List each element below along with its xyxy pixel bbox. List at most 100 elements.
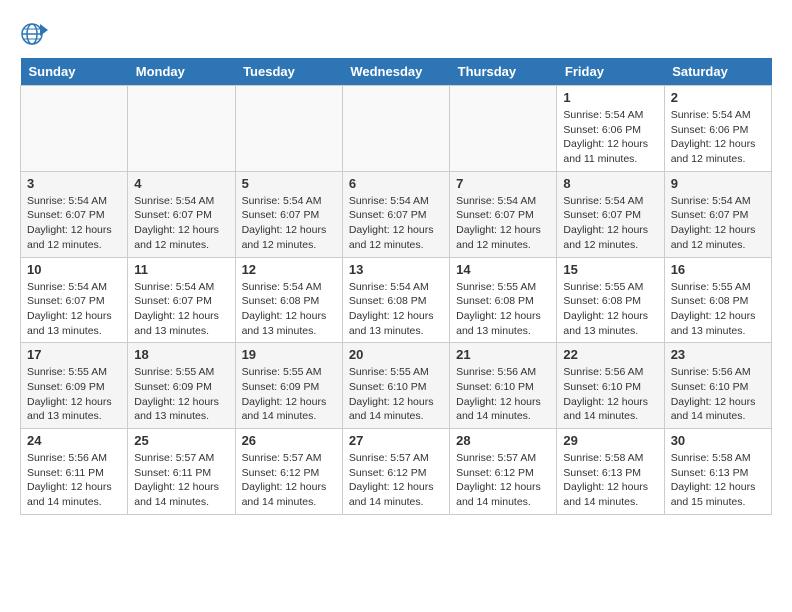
day-number: 27: [349, 433, 443, 448]
day-cell: 4 Sunrise: 5:54 AM Sunset: 6:07 PM Daylig…: [128, 171, 235, 257]
column-header-sunday: Sunday: [21, 58, 128, 86]
day-cell: 12 Sunrise: 5:54 AM Sunset: 6:08 PM Dayli…: [235, 257, 342, 343]
day-info: Sunrise: 5:54 AM Sunset: 6:06 PM Dayligh…: [671, 108, 765, 167]
day-number: 30: [671, 433, 765, 448]
day-info: Sunrise: 5:54 AM Sunset: 6:07 PM Dayligh…: [134, 194, 228, 253]
day-cell: 10 Sunrise: 5:54 AM Sunset: 6:07 PM Dayli…: [21, 257, 128, 343]
day-info: Sunrise: 5:56 AM Sunset: 6:10 PM Dayligh…: [563, 365, 657, 424]
week-row-3: 10 Sunrise: 5:54 AM Sunset: 6:07 PM Dayli…: [21, 257, 772, 343]
day-cell: 8 Sunrise: 5:54 AM Sunset: 6:07 PM Daylig…: [557, 171, 664, 257]
page-header: [20, 20, 772, 48]
day-cell: 14 Sunrise: 5:55 AM Sunset: 6:08 PM Dayli…: [450, 257, 557, 343]
day-number: 24: [27, 433, 121, 448]
day-info: Sunrise: 5:54 AM Sunset: 6:07 PM Dayligh…: [563, 194, 657, 253]
day-number: 8: [563, 176, 657, 191]
day-number: 14: [456, 262, 550, 277]
day-info: Sunrise: 5:54 AM Sunset: 6:07 PM Dayligh…: [27, 194, 121, 253]
day-number: 22: [563, 347, 657, 362]
day-cell: [342, 86, 449, 172]
header-row: SundayMondayTuesdayWednesdayThursdayFrid…: [21, 58, 772, 86]
day-cell: 26Sunrise: 5:57 AM Sunset: 6:12 PM Dayli…: [235, 429, 342, 515]
day-number: 4: [134, 176, 228, 191]
day-info: Sunrise: 5:55 AM Sunset: 6:10 PM Dayligh…: [349, 365, 443, 424]
column-header-tuesday: Tuesday: [235, 58, 342, 86]
day-cell: 20 Sunrise: 5:55 AM Sunset: 6:10 PM Dayli…: [342, 343, 449, 429]
day-cell: 9 Sunrise: 5:54 AM Sunset: 6:07 PM Daylig…: [664, 171, 771, 257]
day-info: Sunrise: 5:56 AM Sunset: 6:10 PM Dayligh…: [671, 365, 765, 424]
day-cell: 15 Sunrise: 5:55 AM Sunset: 6:08 PM Dayli…: [557, 257, 664, 343]
day-number: 10: [27, 262, 121, 277]
day-info: Sunrise: 5:55 AM Sunset: 6:09 PM Dayligh…: [134, 365, 228, 424]
day-number: 1: [563, 90, 657, 105]
day-cell: 28 Sunrise: 5:57 AM Sunset: 6:12 PM Dayli…: [450, 429, 557, 515]
day-info: Sunrise: 5:54 AM Sunset: 6:07 PM Dayligh…: [242, 194, 336, 253]
day-info: Sunrise: 5:58 AM Sunset: 6:13 PM Dayligh…: [563, 451, 657, 510]
day-cell: 13 Sunrise: 5:54 AM Sunset: 6:08 PM Dayli…: [342, 257, 449, 343]
week-row-2: 3 Sunrise: 5:54 AM Sunset: 6:07 PM Daylig…: [21, 171, 772, 257]
day-info: Sunrise: 5:56 AM Sunset: 6:11 PM Dayligh…: [27, 451, 121, 510]
day-cell: [235, 86, 342, 172]
day-info: Sunrise: 5:55 AM Sunset: 6:08 PM Dayligh…: [456, 280, 550, 339]
day-info: Sunrise: 5:55 AM Sunset: 6:09 PM Dayligh…: [242, 365, 336, 424]
day-info: Sunrise: 5:54 AM Sunset: 6:07 PM Dayligh…: [349, 194, 443, 253]
day-cell: 24 Sunrise: 5:56 AM Sunset: 6:11 PM Dayli…: [21, 429, 128, 515]
day-cell: 17 Sunrise: 5:55 AM Sunset: 6:09 PM Dayli…: [21, 343, 128, 429]
day-number: 26: [242, 433, 336, 448]
column-header-saturday: Saturday: [664, 58, 771, 86]
day-number: 11: [134, 262, 228, 277]
day-number: 19: [242, 347, 336, 362]
day-info: Sunrise: 5:54 AM Sunset: 6:08 PM Dayligh…: [349, 280, 443, 339]
day-info: Sunrise: 5:54 AM Sunset: 6:07 PM Dayligh…: [27, 280, 121, 339]
logo: [20, 20, 52, 48]
day-cell: 6 Sunrise: 5:54 AM Sunset: 6:07 PM Daylig…: [342, 171, 449, 257]
week-row-1: 1 Sunrise: 5:54 AM Sunset: 6:06 PM Daylig…: [21, 86, 772, 172]
week-row-4: 17 Sunrise: 5:55 AM Sunset: 6:09 PM Dayli…: [21, 343, 772, 429]
day-cell: 23Sunrise: 5:56 AM Sunset: 6:10 PM Dayli…: [664, 343, 771, 429]
day-info: Sunrise: 5:54 AM Sunset: 6:08 PM Dayligh…: [242, 280, 336, 339]
day-number: 6: [349, 176, 443, 191]
day-cell: [450, 86, 557, 172]
day-number: 9: [671, 176, 765, 191]
day-number: 28: [456, 433, 550, 448]
day-info: Sunrise: 5:55 AM Sunset: 6:08 PM Dayligh…: [563, 280, 657, 339]
day-cell: 3 Sunrise: 5:54 AM Sunset: 6:07 PM Daylig…: [21, 171, 128, 257]
day-cell: 16 Sunrise: 5:55 AM Sunset: 6:08 PM Dayli…: [664, 257, 771, 343]
logo-icon: [20, 20, 48, 48]
day-number: 21: [456, 347, 550, 362]
day-number: 15: [563, 262, 657, 277]
day-number: 20: [349, 347, 443, 362]
day-cell: [21, 86, 128, 172]
day-cell: 29Sunrise: 5:58 AM Sunset: 6:13 PM Dayli…: [557, 429, 664, 515]
day-cell: 27Sunrise: 5:57 AM Sunset: 6:12 PM Dayli…: [342, 429, 449, 515]
day-info: Sunrise: 5:57 AM Sunset: 6:11 PM Dayligh…: [134, 451, 228, 510]
day-info: Sunrise: 5:54 AM Sunset: 6:07 PM Dayligh…: [671, 194, 765, 253]
day-info: Sunrise: 5:58 AM Sunset: 6:13 PM Dayligh…: [671, 451, 765, 510]
day-number: 13: [349, 262, 443, 277]
day-info: Sunrise: 5:54 AM Sunset: 6:07 PM Dayligh…: [456, 194, 550, 253]
column-header-thursday: Thursday: [450, 58, 557, 86]
day-number: 16: [671, 262, 765, 277]
day-cell: 5 Sunrise: 5:54 AM Sunset: 6:07 PM Daylig…: [235, 171, 342, 257]
day-cell: 2 Sunrise: 5:54 AM Sunset: 6:06 PM Daylig…: [664, 86, 771, 172]
day-number: 18: [134, 347, 228, 362]
day-number: 5: [242, 176, 336, 191]
day-cell: 25Sunrise: 5:57 AM Sunset: 6:11 PM Dayli…: [128, 429, 235, 515]
day-number: 2: [671, 90, 765, 105]
column-header-wednesday: Wednesday: [342, 58, 449, 86]
day-cell: 30 Sunrise: 5:58 AM Sunset: 6:13 PM Dayli…: [664, 429, 771, 515]
day-info: Sunrise: 5:55 AM Sunset: 6:08 PM Dayligh…: [671, 280, 765, 339]
day-cell: 19 Sunrise: 5:55 AM Sunset: 6:09 PM Dayli…: [235, 343, 342, 429]
day-number: 7: [456, 176, 550, 191]
day-info: Sunrise: 5:56 AM Sunset: 6:10 PM Dayligh…: [456, 365, 550, 424]
day-info: Sunrise: 5:55 AM Sunset: 6:09 PM Dayligh…: [27, 365, 121, 424]
day-number: 17: [27, 347, 121, 362]
day-number: 12: [242, 262, 336, 277]
day-cell: 22 Sunrise: 5:56 AM Sunset: 6:10 PM Dayli…: [557, 343, 664, 429]
day-number: 3: [27, 176, 121, 191]
day-cell: [128, 86, 235, 172]
calendar-table: SundayMondayTuesdayWednesdayThursdayFrid…: [20, 58, 772, 515]
day-info: Sunrise: 5:57 AM Sunset: 6:12 PM Dayligh…: [456, 451, 550, 510]
day-info: Sunrise: 5:54 AM Sunset: 6:07 PM Dayligh…: [134, 280, 228, 339]
day-cell: 18 Sunrise: 5:55 AM Sunset: 6:09 PM Dayli…: [128, 343, 235, 429]
day-info: Sunrise: 5:54 AM Sunset: 6:06 PM Dayligh…: [563, 108, 657, 167]
